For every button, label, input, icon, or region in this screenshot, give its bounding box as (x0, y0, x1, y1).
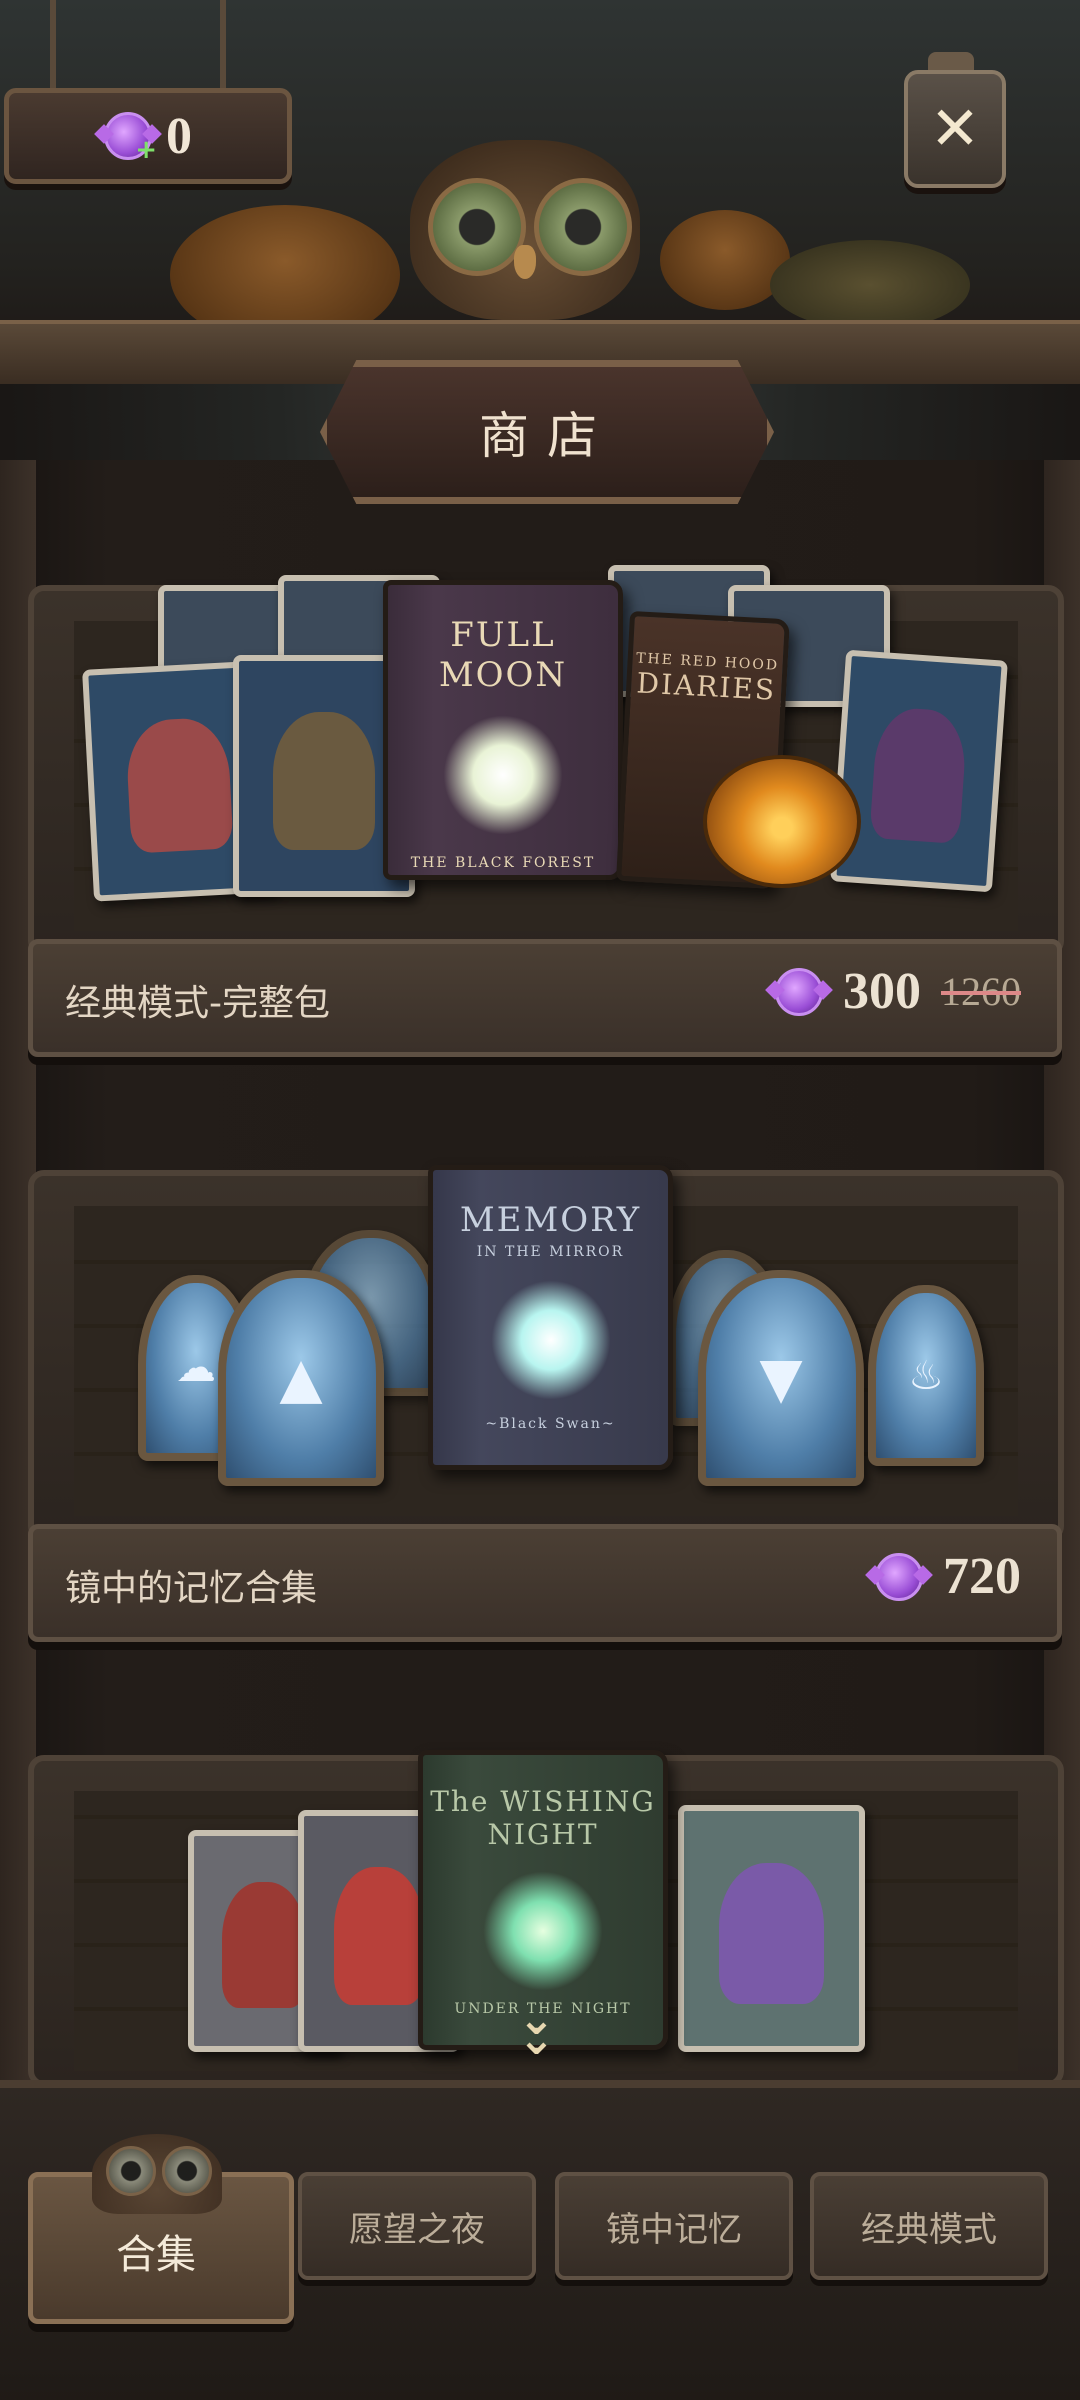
page-title: 商店 (479, 407, 615, 465)
witch-hat-icon: ▲ (279, 1345, 323, 1411)
book-title: MEMORY (459, 1200, 642, 1240)
moon-emblem-icon (443, 715, 563, 835)
tab-wishing-night[interactable]: 愿望之夜 (298, 2172, 536, 2280)
book-subtitle: THE BLACK FOREST (410, 855, 596, 871)
owl-eye-left (106, 2146, 156, 2196)
pack-name: 镜中的记忆合集 (65, 1568, 318, 1609)
tab-collection-label: 合集 (116, 2232, 196, 2278)
owl-eye-right (534, 178, 632, 276)
candy-count: 0 (166, 107, 192, 165)
pack-wishing-night[interactable]: The WISHING NIGHT UNDER THE NIGHT ⌄ ⌄ (28, 1750, 1064, 2087)
price: 720 (943, 1548, 1021, 1605)
pumpkin-decoration-small (660, 210, 790, 310)
pack-name: 经典模式-完整包 (65, 983, 330, 1024)
candy-icon (875, 1552, 923, 1601)
jack-o-lantern-icon (703, 755, 861, 888)
book-footer: ~Black Swan~ (485, 1416, 616, 1432)
book-title: The WISHING NIGHT (430, 1785, 656, 1851)
tab-label: 镜中记忆 (606, 2209, 742, 2250)
tab-classic-mode[interactable]: 经典模式 (810, 2172, 1048, 2280)
pack-mirror-memory[interactable]: ☁ ▲ ▼ ♨ MEMORY IN THE MIRROR ~Black Swan… (28, 1165, 1064, 1642)
rope-left (50, 0, 56, 90)
price-group: 300 1260 (775, 962, 1021, 1021)
pack-label-bar: 镜中的记忆合集 720 (28, 1524, 1062, 1642)
ghost-icon: ☁ (176, 1345, 216, 1391)
wolf-icon: ▼ (759, 1345, 803, 1411)
pack-label-bar: 经典模式-完整包 300 1260 (28, 939, 1062, 1057)
price: 300 (843, 963, 921, 1020)
owl-eye-left (428, 178, 526, 276)
shop-title-plate: 商店 (320, 360, 774, 504)
pack-classic-complete[interactable]: FULL MOON THE BLACK FOREST THE RED HOOD … (28, 565, 1064, 1057)
crystal-emblem-icon (490, 1280, 611, 1400)
candy-currency-display[interactable]: + 0 (4, 88, 292, 184)
candy-icon: + (104, 112, 157, 165)
shop-screen: + 0 ✕ 商店 FULL MOON THE BLACK FOREST THE … (0, 0, 1080, 2400)
moon-emblem-icon (483, 1871, 603, 1991)
owl-mascot (410, 140, 640, 320)
owl-eye-right (162, 2146, 212, 2196)
original-price: 1260 (941, 969, 1021, 1014)
price-group: 720 (875, 1547, 1021, 1606)
owl-icon (92, 2134, 222, 2214)
skull-decoration (770, 240, 970, 330)
wolf-tablet: ▼ (698, 1270, 864, 1486)
scroll-down-chevron-icon[interactable]: ⌄ ⌄ (518, 1998, 555, 2062)
book-memory: MEMORY IN THE MIRROR ~Black Swan~ (428, 1165, 673, 1470)
book-subtitle: IN THE MIRROR (476, 1244, 625, 1260)
plus-icon: + (135, 135, 157, 165)
witch-hat-tablet: ▲ (218, 1270, 384, 1486)
tab-label: 经典模式 (861, 2209, 997, 2250)
candy-icon (775, 967, 823, 1016)
tab-mirror-memory[interactable]: 镜中记忆 (555, 2172, 793, 2280)
close-icon: ✕ (929, 94, 981, 164)
character-card-sorceress (678, 1805, 865, 2052)
book-title: DIARIES (635, 666, 777, 707)
flame-tablet: ♨ (868, 1285, 984, 1466)
close-button[interactable]: ✕ (904, 70, 1006, 188)
tab-label: 愿望之夜 (349, 2209, 485, 2250)
character-card-hooded (830, 649, 1008, 893)
rope-right (220, 0, 226, 90)
flame-icon: ♨ (908, 1352, 944, 1399)
owl-beak (514, 245, 536, 279)
book-full-moon: FULL MOON THE BLACK FOREST (383, 580, 623, 880)
book-title: FULL MOON (438, 615, 568, 695)
